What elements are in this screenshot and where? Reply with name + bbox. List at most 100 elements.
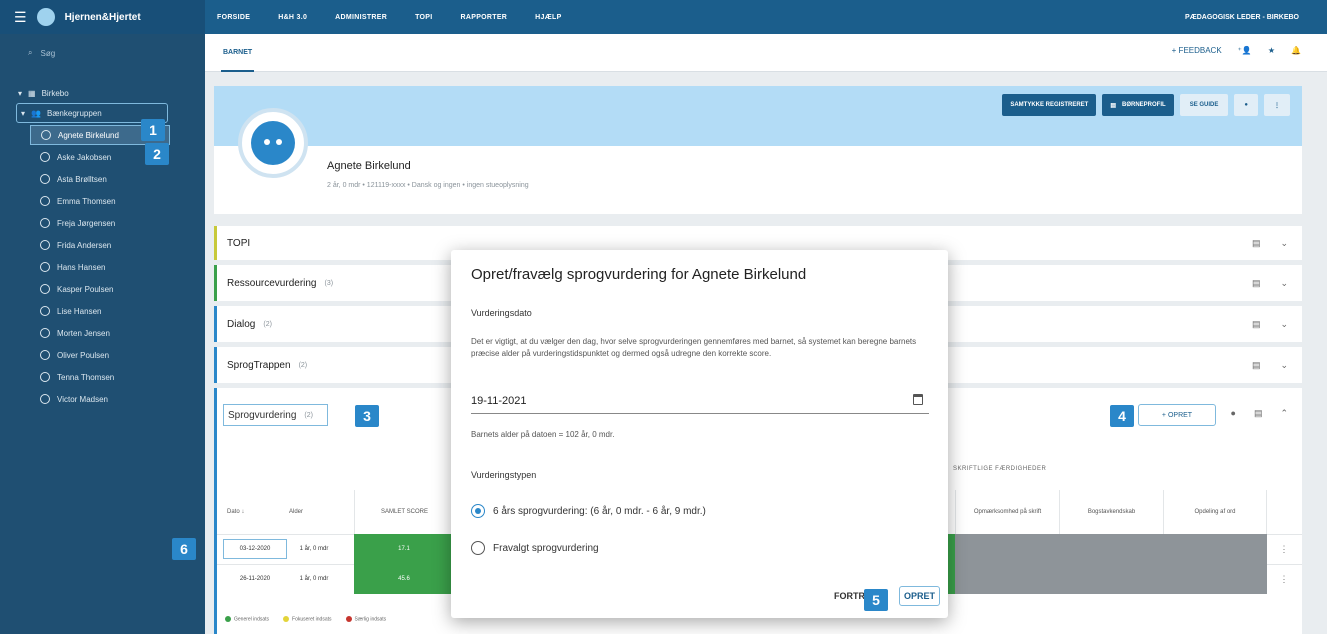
radio-6aars[interactable]: 6 års sprogvurdering: (6 år, 0 mdr. - 6 … [471, 504, 706, 518]
legend-item: Generel indsats [225, 616, 269, 622]
document-icon[interactable]: ▤ [1252, 319, 1261, 330]
tab-barnet[interactable]: BARNET [221, 34, 255, 72]
chevron-down-icon[interactable]: ⌄ [1280, 238, 1288, 249]
radio-fravalgt[interactable]: Fravalgt sprogvurdering [471, 541, 599, 555]
more-icon[interactable]: ⋮ [1264, 94, 1290, 116]
profile-card: SAMTYKKE REGISTRERET ▤ BØRNEPROFIL SE GUI… [214, 86, 1302, 214]
dialog-title: Opret/fravælg sprogvurdering for Agnete … [471, 266, 807, 283]
row-date[interactable]: 03-12-2020 [223, 539, 287, 559]
sprog-count: (2) [304, 411, 313, 419]
child-label: Freja Jørgensen [57, 218, 116, 228]
nav-hjaelp[interactable]: HJÆLP [535, 14, 561, 21]
nav-forside[interactable]: FORSIDE [217, 14, 250, 21]
info-icon[interactable]: ● [1234, 94, 1258, 116]
section-count: (2) [263, 320, 272, 328]
chevron-down-icon[interactable]: ⌄ [1280, 319, 1288, 330]
top-nav: FORSIDE H&H 3.0 ADMINISTRER TOPI RAPPORT… [205, 14, 562, 21]
opret-button[interactable]: + OPRET [1138, 404, 1216, 426]
step-badge: 4 [1110, 405, 1134, 427]
more-icon[interactable]: ⋮ [1277, 534, 1291, 564]
sidebar-child[interactable]: Emma Thomsen [0, 191, 205, 211]
child-icon [40, 328, 50, 338]
borneprofil-label: BØRNEPROFIL [1122, 102, 1166, 108]
dialog-description: Det er vigtigt, at du vælger den dag, hv… [471, 337, 917, 358]
sidebar-child[interactable]: Hans Hansen [0, 257, 205, 277]
sprog-title[interactable]: Sprogvurdering (2) [223, 404, 328, 426]
building-icon: ▦ [28, 89, 36, 98]
sidebar-child[interactable]: Morten Jensen [0, 323, 205, 343]
child-icon [40, 306, 50, 316]
calendar-icon[interactable] [913, 394, 923, 405]
nav-rapporter[interactable]: RAPPORTER [461, 14, 508, 21]
more-icon[interactable]: ⋮ [1277, 564, 1291, 594]
top-bar: ☰ Hjernen&Hjertet FORSIDE H&H 3.0 ADMINI… [0, 0, 1327, 34]
chevron-down-icon[interactable]: ⌄ [1280, 278, 1288, 289]
child-label: Victor Madsen [57, 394, 108, 404]
section-count: (3) [324, 279, 334, 287]
dialog-opret-button[interactable]: OPRET [898, 586, 940, 606]
radio-checked-icon[interactable] [471, 504, 485, 518]
document-icon[interactable]: ▤ [1254, 408, 1263, 419]
sidebar-child[interactable]: Asta Brølltsen [0, 169, 205, 189]
col-dato[interactable]: Dato ↓ [227, 490, 277, 534]
col-samlet: SAMLET SCORE [354, 490, 454, 534]
tree-root[interactable]: ▾ ▦ Birkebo [0, 84, 205, 103]
sidebar-child[interactable]: Kasper Poulsen [0, 279, 205, 299]
section-icons: ▤ ⌄ [1252, 238, 1288, 249]
user-menu[interactable]: PÆDAGOGISK LEDER - BIRKEBO [1185, 14, 1299, 21]
samtykke-button[interactable]: SAMTYKKE REGISTRERET [1002, 94, 1097, 116]
child-label: Kasper Poulsen [57, 284, 114, 294]
date-input[interactable]: 19-11-2021 [471, 388, 929, 414]
nav-topi[interactable]: TOPI [415, 14, 432, 21]
chevron-down-icon[interactable]: ⌄ [1280, 360, 1288, 371]
child-icon [40, 240, 50, 250]
star-icon[interactable]: ★ [1268, 46, 1275, 55]
section-title: SprogTrappen [227, 359, 291, 371]
section-icons: ▤ ⌄ [1252, 360, 1288, 371]
guide-button[interactable]: SE GUIDE [1179, 94, 1229, 116]
sprog-title-label: Sprogvurdering [228, 409, 297, 421]
row-date[interactable]: 26-11-2020 [223, 569, 287, 589]
section-title: Ressourcevurdering [227, 277, 317, 289]
sidebar-child[interactable]: Victor Madsen [0, 389, 205, 409]
document-icon[interactable]: ▤ [1252, 238, 1261, 249]
sidebar-child[interactable]: Oliver Poulsen [0, 345, 205, 365]
search-placeholder: Søg [40, 48, 56, 58]
sidebar-child[interactable]: Lise Hansen [0, 301, 205, 321]
child-icon [40, 284, 50, 294]
info-icon[interactable]: ● [1231, 408, 1236, 419]
step-badge: 2 [145, 143, 169, 165]
nav-administrer[interactable]: ADMINISTRER [335, 14, 387, 21]
section-title: Dialog [227, 318, 256, 330]
chevron-up-icon[interactable]: ⌃ [1280, 408, 1288, 419]
sidebar-child[interactable]: Frida Andersen [0, 235, 205, 255]
type-label: Vurderingstypen [471, 470, 537, 480]
fortryd-button[interactable]: FORTR [834, 591, 865, 601]
legend-dot [345, 616, 352, 622]
sidebar-child[interactable]: Aske Jakobsen [0, 147, 205, 167]
tree-group-label: Bænkegruppen [46, 108, 102, 118]
borneprofil-button[interactable]: ▤ BØRNEPROFIL [1102, 94, 1174, 116]
sidebar-child[interactable]: Freja Jørgensen [0, 213, 205, 233]
child-label: Aske Jakobsen [57, 152, 112, 162]
child-label: Morten Jensen [57, 328, 110, 338]
profile-band: SAMTYKKE REGISTRERET ▤ BØRNEPROFIL SE GUI… [214, 86, 1302, 146]
menu-icon[interactable]: ☰ [14, 9, 27, 26]
brand[interactable]: ☰ Hjernen&Hjertet [0, 0, 205, 34]
document-icon[interactable]: ▤ [1252, 278, 1261, 289]
child-label: Lise Hansen [57, 306, 102, 316]
avatar [238, 108, 308, 178]
legend-dot [225, 616, 231, 622]
sidebar-child[interactable]: Tenna Thomsen [0, 367, 205, 387]
radio-unchecked-icon[interactable] [471, 541, 485, 555]
search-icon: ⌕ [28, 48, 33, 57]
document-icon[interactable]: ▤ [1252, 360, 1261, 371]
legend-label: Fokuseret indsats [292, 616, 332, 623]
bell-icon[interactable]: 🔔 [1291, 46, 1301, 55]
feedback-button[interactable]: + FEEDBACK [1172, 46, 1222, 55]
add-user-icon[interactable]: ⁺👤 [1238, 46, 1252, 55]
section-count: (2) [298, 361, 308, 369]
nav-hh[interactable]: H&H 3.0 [278, 14, 307, 21]
sprog-icons: ● ▤ ⌃ [1231, 408, 1289, 419]
search-field[interactable]: ⌕ Søg [0, 34, 205, 72]
